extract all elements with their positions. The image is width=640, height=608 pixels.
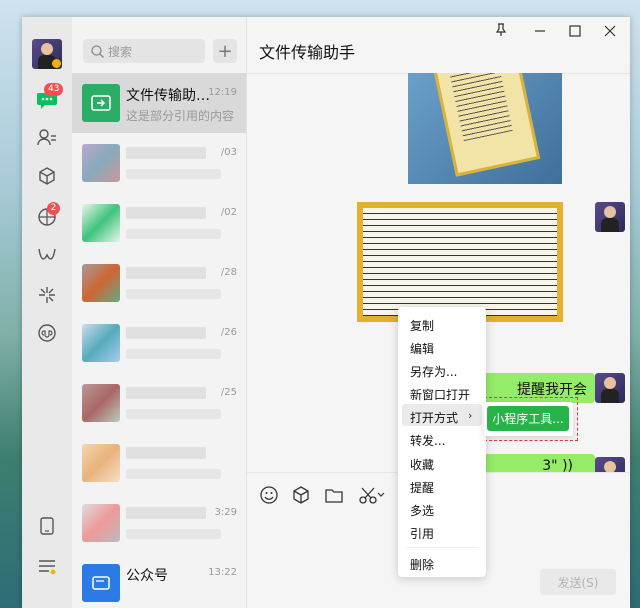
menu-item-multi-select[interactable]: 多选 (410, 502, 434, 519)
wechat-window: 43 2 搜索 + 文件传输助… 12:19 这是部分引用的内容 /03 /02… (22, 17, 630, 608)
menu-item-forward[interactable]: 转发... (410, 432, 445, 449)
message-text: 提醒我开会 (517, 382, 587, 398)
menu-item-favorite[interactable]: 收藏 (410, 456, 434, 473)
contacts-icon[interactable] (34, 124, 60, 150)
nav-sidebar: 43 2 (22, 17, 72, 608)
favorites-cube-icon[interactable] (34, 163, 60, 189)
conversation-time: 13:22 (208, 567, 237, 578)
search-icon (91, 44, 104, 58)
pin-icon[interactable] (495, 23, 507, 41)
search-explore-icon[interactable] (34, 282, 60, 308)
moments-badge: 2 (47, 202, 60, 215)
conversation-title: 公众号 (126, 568, 168, 584)
avatar (82, 504, 120, 542)
add-button[interactable]: + (213, 39, 237, 63)
channels-icon[interactable] (34, 242, 60, 268)
avatar (82, 144, 120, 182)
image-message[interactable] (408, 73, 562, 184)
submenu-item-mini-program-tool[interactable]: 小程序工具... (487, 406, 569, 431)
chat-title: 文件传输助手 (259, 43, 356, 62)
send-button[interactable]: 发送(S) (540, 569, 616, 595)
menu-item-open-new-window[interactable]: 新窗口打开 (410, 386, 470, 403)
avatar (82, 204, 120, 242)
list-item[interactable]: /25 (72, 373, 246, 433)
conversation-time: /25 (220, 387, 237, 398)
avatar (82, 324, 120, 362)
close-icon[interactable] (604, 23, 616, 41)
menu-item-save-as[interactable]: 另存为... (410, 363, 457, 380)
search-input[interactable]: 搜索 (83, 39, 205, 63)
context-menu: 复制 编辑 另存为... 新窗口打开 打开方式 › 转发... 收藏 提醒 多选… (398, 307, 486, 577)
cube-icon[interactable] (291, 485, 311, 505)
menu-divider (406, 547, 478, 548)
conversation-time: /02 (220, 207, 237, 218)
maximize-icon[interactable] (569, 23, 581, 41)
official-account-icon (82, 564, 120, 602)
avatar (82, 384, 120, 422)
conversation-time: /28 (220, 267, 237, 278)
folder-icon[interactable] (324, 485, 344, 505)
avatar[interactable] (595, 202, 625, 232)
conversation-time: 3:29 (214, 507, 237, 518)
chat-badge: 43 (44, 83, 64, 96)
avatar (82, 264, 120, 302)
image-message[interactable] (357, 202, 563, 322)
file-transfer-icon (82, 84, 120, 122)
list-item[interactable]: /26 (72, 313, 246, 373)
avatar[interactable] (595, 373, 625, 403)
chevron-right-icon: › (468, 409, 473, 422)
menu-item-remind[interactable]: 提醒 (410, 479, 434, 496)
conversation-title: 文件传输助… (126, 88, 210, 104)
conversation-preview: 这是部分引用的内容 (126, 109, 235, 123)
list-item[interactable]: /03 (72, 133, 246, 193)
chat-header: 文件传输助手 (247, 17, 630, 74)
menu-item-copy[interactable]: 复制 (410, 317, 434, 334)
conversation-time: /26 (220, 327, 237, 338)
open-with-submenu: 小程序工具... (484, 402, 573, 436)
menu-icon[interactable] (34, 553, 60, 579)
list-item[interactable]: /28 (72, 253, 246, 313)
avatar[interactable] (32, 39, 62, 69)
menu-item-open-with[interactable]: 打开方式 (410, 409, 458, 426)
phone-icon[interactable] (34, 513, 60, 539)
conversation-time: /03 (220, 147, 237, 158)
list-item[interactable]: 3:29 (72, 493, 246, 553)
conversation-list: 搜索 + 文件传输助… 12:19 这是部分引用的内容 /03 /02 /28 (72, 17, 247, 608)
chevron-down-icon[interactable] (375, 485, 387, 505)
search-placeholder: 搜索 (108, 44, 133, 59)
menu-item-delete[interactable]: 删除 (410, 556, 434, 573)
avatar (82, 444, 120, 482)
menu-item-edit[interactable]: 编辑 (410, 340, 434, 357)
list-item-file-transfer[interactable]: 文件传输助… 12:19 这是部分引用的内容 (72, 73, 246, 133)
list-item[interactable]: /02 (72, 193, 246, 253)
list-item[interactable] (72, 433, 246, 493)
mini-program-icon[interactable] (34, 320, 60, 346)
list-item-official-accounts[interactable]: 公众号 13:22 (72, 553, 246, 608)
emoji-icon[interactable] (259, 485, 279, 505)
menu-item-quote[interactable]: 引用 (410, 525, 434, 542)
minimize-icon[interactable] (534, 23, 546, 41)
conversation-time: 12:19 (208, 87, 237, 98)
